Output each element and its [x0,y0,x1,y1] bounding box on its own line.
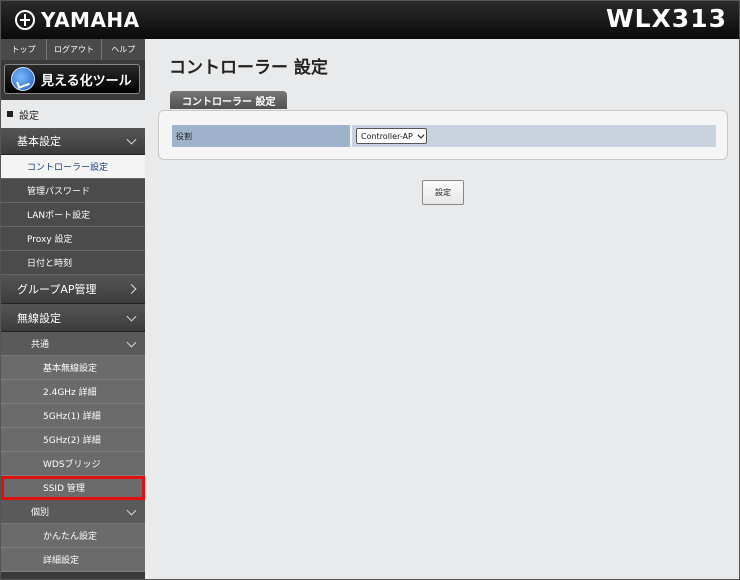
chevron-down-icon [417,131,425,139]
square-bullet-icon [7,111,13,117]
main-content: コントローラー 設定 コントローラー 設定 役割 Controller-AP 設… [145,39,739,579]
settings-panel: 役割 Controller-AP [158,110,728,160]
header: YAMAHA WLX313 [1,1,739,39]
brand-name: YAMAHA [41,8,140,32]
sidebar-subgroup-individual-label: 個別 [31,508,50,518]
sidebar-item-advanced[interactable]: 詳細設定 [1,548,145,572]
sidebar-group-ap-label: グループAP管理 [17,283,97,296]
settings-heading: 設定 [1,100,145,128]
visualize-icon [11,67,35,91]
sidebar-item-5ghz1[interactable]: 5GHz(1) 詳細 [1,404,145,428]
role-select[interactable]: Controller-AP [356,128,427,144]
sidebar: トップ ログアウト ヘルプ 見える化ツール 設定 基本設定 コントローラー設定 … [1,39,145,579]
sidebar-subgroup-individual[interactable]: 個別 [1,500,145,524]
role-select-value: Controller-AP [361,131,413,141]
sidebar-item-5ghz2[interactable]: 5GHz(2) 詳細 [1,428,145,452]
sidebar-item-ssid[interactable]: SSID 管理 [1,476,145,500]
top-link-logout[interactable]: ログアウト [47,39,102,60]
model-name: WLX313 [606,4,727,33]
role-label: 役割 [172,125,350,147]
app-window: YAMAHA WLX313 トップ ログアウト ヘルプ 見える化ツール 設定 基… [0,0,740,580]
sidebar-group-wireless-label: 無線設定 [17,311,61,325]
sidebar-item-proxy[interactable]: Proxy 設定 [1,227,145,251]
sidebar-item-admin-password[interactable]: 管理パスワード [1,179,145,203]
chevron-down-icon [126,505,137,516]
top-link-home[interactable]: トップ [1,39,48,60]
visualize-tool-label: 見える化ツール [41,73,132,89]
sidebar-subgroup-common-label: 共通 [31,340,50,350]
tab-controller-settings[interactable]: コントローラー 設定 [170,91,288,109]
brand-logo: YAMAHA [15,6,140,34]
chevron-right-icon [126,284,137,294]
sidebar-item-lan-port[interactable]: LANポート設定 [1,203,145,227]
submit-button[interactable]: 設定 [422,180,464,205]
sidebar-item-date-time[interactable]: 日付と時刻 [1,251,145,275]
sidebar-subgroup-common[interactable]: 共通 [1,332,145,356]
sidebar-group-wireless[interactable]: 無線設定 [1,304,145,332]
sidebar-item-wds-bridge[interactable]: WDSブリッジ [1,452,145,476]
sidebar-item-basic-wireless[interactable]: 基本無線設定 [1,356,145,380]
sidebar-item-24ghz[interactable]: 2.4GHz 詳細 [1,380,145,404]
sidebar-group-basic-label: 基本設定 [17,135,61,148]
tuning-fork-logo-icon [15,10,35,30]
chevron-down-icon [126,337,137,348]
sidebar-group-basic[interactable]: 基本設定 [1,128,145,155]
page-title: コントローラー 設定 [169,58,328,78]
top-links: トップ ログアウト ヘルプ [1,39,145,60]
top-link-help[interactable]: ヘルプ [102,39,145,60]
sidebar-item-easy-setup[interactable]: かんたん設定 [1,524,145,548]
sidebar-item-controller[interactable]: コントローラー設定 [1,155,145,179]
sidebar-group-ap[interactable]: グループAP管理 [1,275,145,304]
chevron-down-icon [126,311,137,322]
visualize-tool-button[interactable]: 見える化ツール [4,64,140,94]
settings-heading-label: 設定 [19,110,39,122]
chevron-down-icon [126,134,137,145]
role-value-cell: Controller-AP [352,125,716,147]
